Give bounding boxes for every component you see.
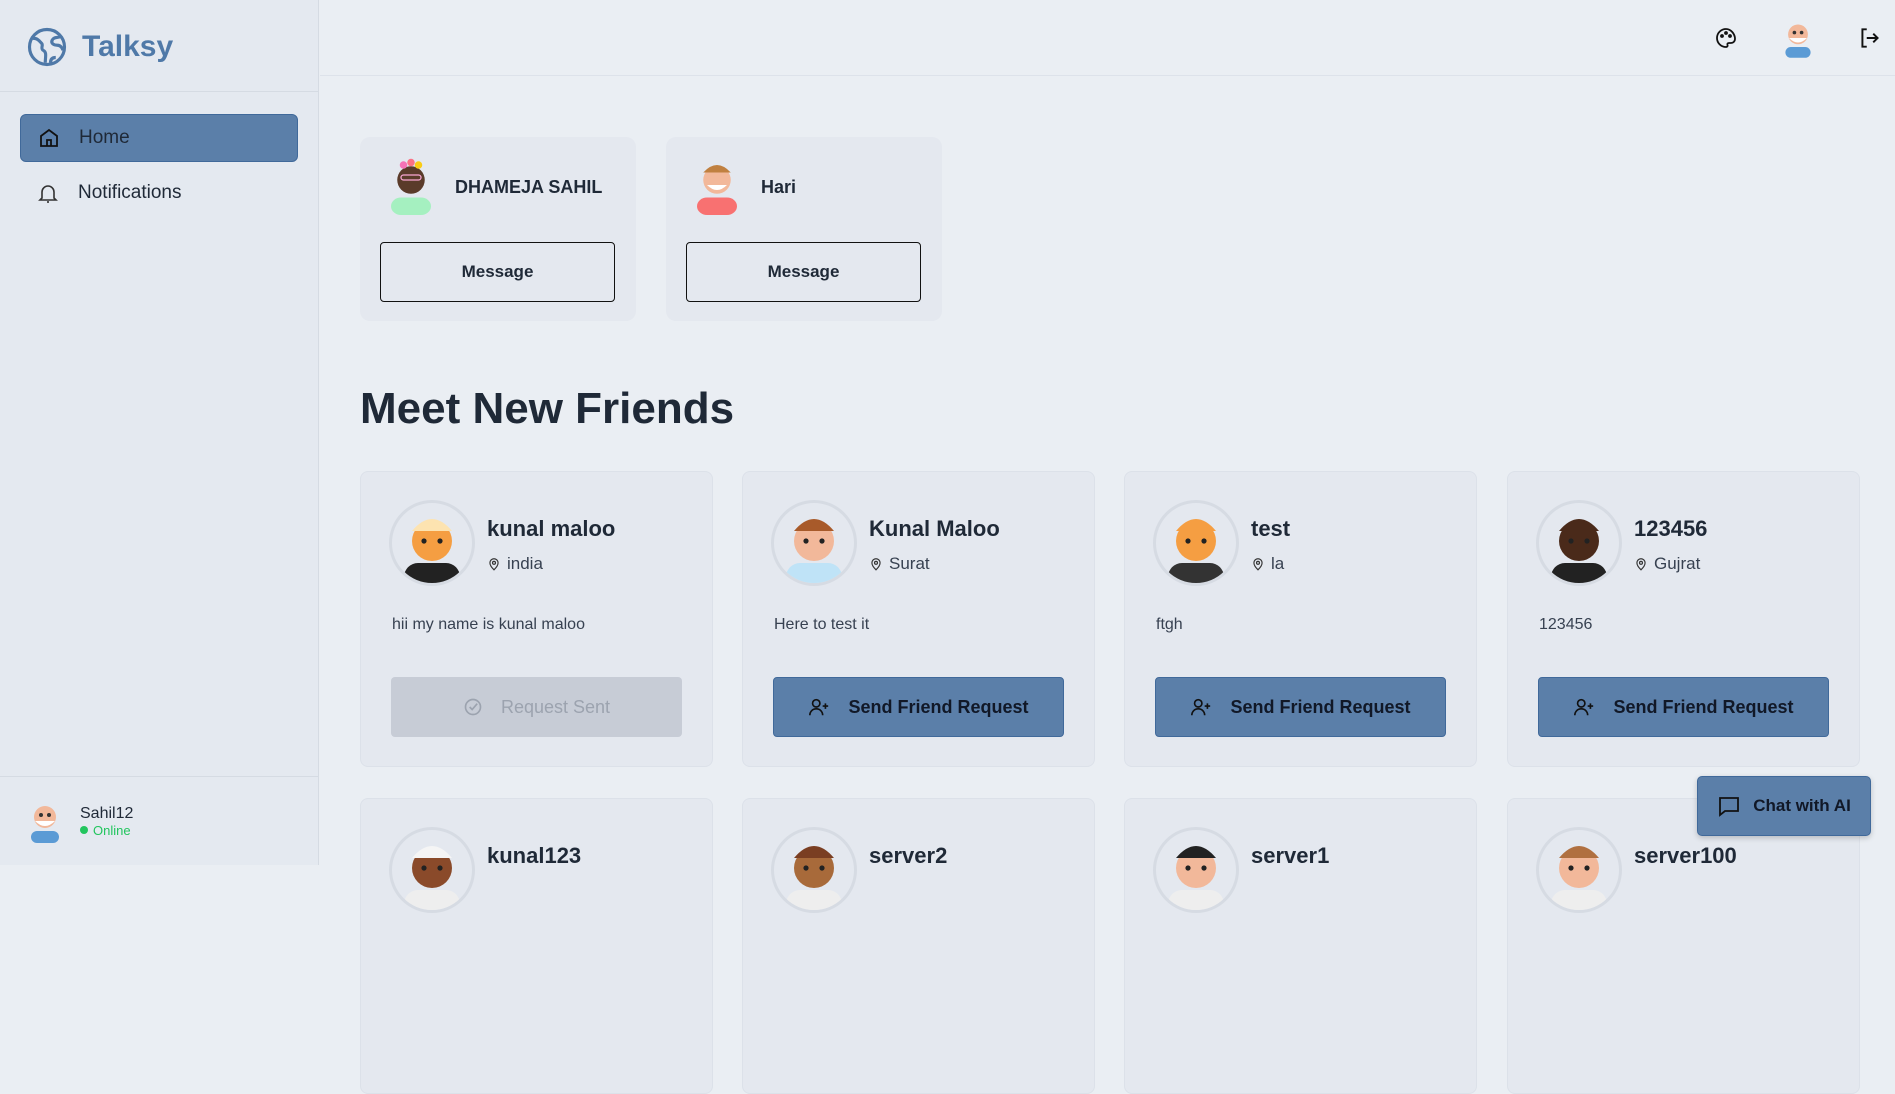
- user-card: server100: [1507, 798, 1860, 1094]
- user-name: Kunal Maloo: [869, 516, 1000, 541]
- user-plus-icon: [809, 698, 829, 716]
- user-card: server1: [1124, 798, 1477, 1094]
- sidebar-item-label: Home: [79, 127, 130, 148]
- user-card: test la ftgh Send Friend Request: [1124, 471, 1477, 767]
- friend-name: DHAMEJA SAHIL: [455, 177, 603, 197]
- sidebar-item-label: Notifications: [78, 182, 182, 203]
- friend-card: DHAMEJA SAHIL Message: [360, 137, 636, 321]
- avatar: [1536, 500, 1622, 586]
- button-label: Send Friend Request: [1613, 696, 1794, 717]
- avatar: [1153, 827, 1239, 913]
- user-name: kunal maloo: [487, 516, 616, 541]
- send-friend-request-button[interactable]: Send Friend Request: [773, 677, 1064, 737]
- user-card: 123456 Gujrat 123456 Send Friend Request: [1507, 471, 1860, 767]
- status-text: Online: [93, 822, 131, 838]
- app-name: Talksy: [82, 30, 174, 63]
- button-label: Send Friend Request: [1230, 696, 1411, 717]
- user-name: server100: [1634, 843, 1737, 868]
- map-pin-icon: [489, 558, 499, 571]
- user-location: la: [1251, 554, 1284, 574]
- user-card: server2: [742, 798, 1095, 1094]
- avatar: [771, 827, 857, 913]
- user-name: server2: [869, 843, 948, 868]
- map-pin-icon: [871, 558, 881, 571]
- location-text: india: [507, 554, 543, 573]
- user-plus-icon: [1191, 698, 1211, 716]
- theme-button[interactable]: [1708, 20, 1744, 56]
- message-button[interactable]: Message: [380, 242, 615, 302]
- friend-name: Hari: [761, 177, 797, 197]
- location-text: la: [1271, 554, 1285, 573]
- user-location: Gujrat: [1634, 554, 1700, 574]
- home-icon: [40, 128, 58, 147]
- section-title: Meet New Friends: [360, 384, 735, 433]
- user-card: kunal123: [360, 798, 713, 1094]
- avatar: [389, 827, 475, 913]
- avatar: [771, 500, 857, 586]
- chat-icon: [1719, 797, 1740, 817]
- send-friend-request-button[interactable]: Send Friend Request: [1538, 677, 1829, 737]
- top-bar: [320, 0, 1895, 76]
- avatar: [1536, 827, 1622, 913]
- sidebar-item-home[interactable]: Home: [20, 114, 298, 162]
- chat-label: Chat with AI: [1753, 796, 1851, 815]
- user-name: test: [1251, 516, 1291, 541]
- send-friend-request-button[interactable]: Send Friend Request: [1155, 677, 1446, 737]
- user-location: india: [487, 554, 543, 574]
- user-card: kunal maloo india hii my name is kunal ma…: [360, 471, 713, 767]
- avatar: [1153, 500, 1239, 586]
- user-name: Sahil12: [80, 804, 134, 822]
- avatar: [697, 165, 737, 215]
- button-label: Send Friend Request: [848, 696, 1029, 717]
- profile-avatar-button[interactable]: [1780, 20, 1816, 58]
- user-name: 123456: [1634, 516, 1708, 541]
- check-circle-icon: [464, 698, 482, 716]
- sidebar-item-notifications[interactable]: Notifications: [20, 169, 298, 217]
- chat-with-ai-button[interactable]: Chat with AI: [1697, 776, 1871, 836]
- friend-card: Hari Message: [666, 137, 942, 321]
- palette-icon: [1716, 28, 1736, 48]
- request-sent-button: Request Sent: [391, 677, 682, 737]
- user-bio: Here to test it: [774, 616, 870, 633]
- message-button[interactable]: Message: [686, 242, 921, 302]
- user-card: Kunal Maloo Surat Here to test it Send Fri…: [742, 471, 1095, 767]
- globe-icon: [27, 27, 67, 67]
- user-bio: 123456: [1539, 616, 1593, 633]
- user-bio: ftgh: [1156, 616, 1183, 633]
- user-bio: hii my name is kunal maloo: [392, 616, 585, 633]
- map-pin-icon: [1253, 558, 1263, 571]
- avatar: [389, 500, 475, 586]
- divider: [0, 91, 319, 92]
- current-user-panel: Sahil12 Online: [0, 776, 319, 865]
- avatar: [391, 158, 431, 215]
- location-text: Surat: [889, 554, 930, 573]
- location-text: Gujrat: [1654, 554, 1701, 573]
- avatar: [1785, 24, 1811, 58]
- bell-icon: [38, 185, 58, 203]
- user-name: kunal123: [487, 843, 582, 868]
- user-name: server1: [1251, 843, 1330, 868]
- sidebar: Talksy Home Notifications Sahil12 Online: [0, 0, 319, 865]
- user-plus-icon: [1574, 698, 1594, 716]
- logout-icon: [1861, 28, 1879, 48]
- status-badge: Online: [80, 823, 133, 838]
- logout-button[interactable]: [1852, 20, 1888, 56]
- online-dot: [80, 826, 88, 834]
- user-location: Surat: [869, 554, 930, 574]
- avatar[interactable]: [24, 799, 66, 843]
- logo[interactable]: Talksy: [26, 26, 173, 68]
- button-label: Request Sent: [500, 696, 611, 717]
- map-pin-icon: [1636, 558, 1646, 571]
